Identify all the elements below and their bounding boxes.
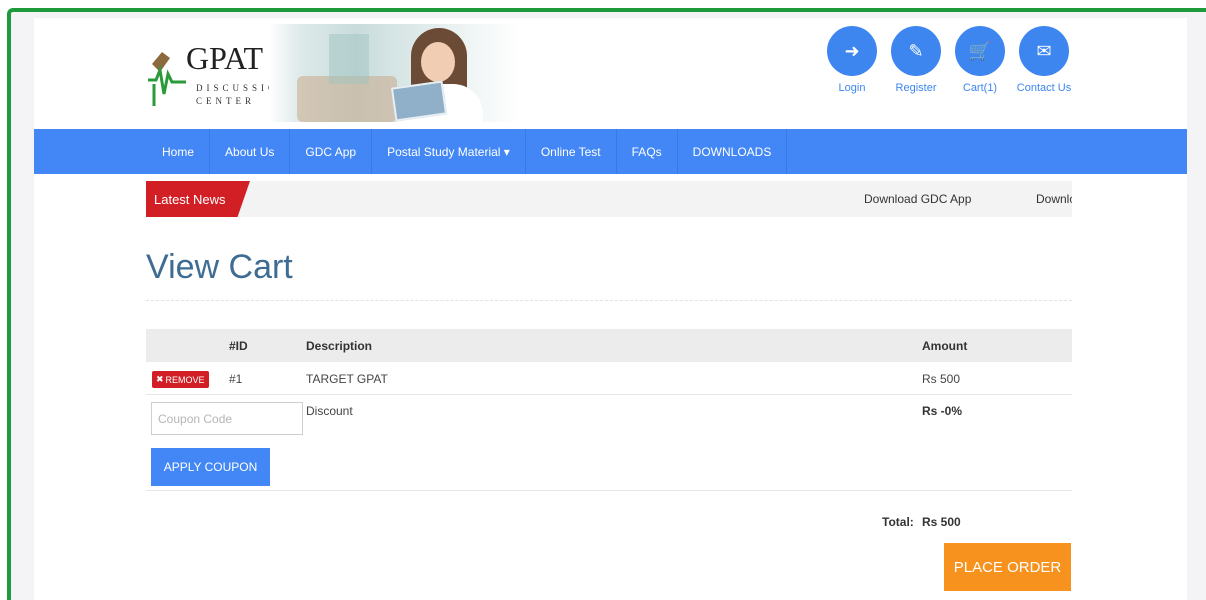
remove-button[interactable]: ✖ REMOVE: [152, 371, 209, 388]
item-amount: Rs 500: [922, 372, 961, 386]
register-label[interactable]: Register: [896, 82, 937, 94]
remove-label: REMOVE: [165, 374, 205, 385]
divider: [146, 300, 1072, 301]
nav-downloads[interactable]: DOWNLOADS: [678, 129, 788, 174]
latest-news-tag: Latest News: [146, 181, 250, 217]
edit-icon[interactable]: ✎: [891, 26, 941, 76]
top-links: ➜ Login ✎ Register 🛒 Cart(1) ✉ Contact U…: [827, 26, 1071, 94]
news-item[interactable]: Downlc: [1036, 192, 1072, 206]
table-row: ✖ REMOVE #1 TARGET GPAT Rs 500: [146, 362, 1072, 395]
nav-about-us[interactable]: About Us: [210, 129, 291, 174]
nav-home[interactable]: Home: [147, 129, 211, 174]
login-link[interactable]: ➜ Login: [827, 26, 877, 94]
discount-value: Rs -0%: [922, 404, 963, 418]
logo-title: GPAT: [186, 40, 264, 76]
logo-mark-icon: [148, 52, 186, 106]
contact-label[interactable]: Contact Us: [1017, 82, 1071, 94]
item-description: TARGET GPAT: [306, 372, 388, 386]
main-nav: Home About Us GDC App Postal Study Mater…: [34, 129, 1187, 174]
coupon-code-input[interactable]: [151, 402, 303, 435]
login-icon[interactable]: ➜: [827, 26, 877, 76]
header-amount: Amount: [922, 339, 968, 353]
header-banner-image: [269, 24, 519, 122]
contact-link[interactable]: ✉ Contact Us: [1017, 26, 1071, 94]
news-item[interactable]: Download GDC App: [864, 192, 971, 206]
item-id: #1: [229, 372, 243, 386]
coupon-row: Discount Rs -0% APPLY COUPON: [146, 395, 1072, 491]
header-description: Description: [306, 339, 373, 353]
table-header: #ID Description Amount: [146, 329, 1072, 362]
nav-faqs[interactable]: FAQs: [617, 129, 678, 174]
discount-label: Discount: [306, 404, 353, 418]
nav-gdc-app[interactable]: GDC App: [290, 129, 373, 174]
site-logo[interactable]: GPAT DISCUSSION CENTER: [146, 34, 290, 116]
cart-icon[interactable]: 🛒: [955, 26, 1005, 76]
cart-link[interactable]: 🛒 Cart(1): [955, 26, 1005, 94]
header-id: #ID: [229, 339, 248, 353]
nav-online-test[interactable]: Online Test: [526, 129, 617, 174]
cart-label[interactable]: Cart(1): [963, 82, 997, 94]
register-link[interactable]: ✎ Register: [891, 26, 941, 94]
place-order-button[interactable]: PLACE ORDER: [944, 543, 1071, 591]
cart-table: #ID Description Amount ✖ REMOVE #1 TARGE…: [146, 329, 1072, 529]
envelope-icon[interactable]: ✉: [1019, 26, 1069, 76]
page: GPAT DISCUSSION CENTER ➜ Login ✎ Registe…: [34, 18, 1187, 600]
apply-coupon-button[interactable]: APPLY COUPON: [151, 448, 270, 486]
close-icon: ✖: [156, 374, 164, 384]
total-value: Rs 500: [922, 515, 961, 529]
news-ticker: Latest News Download GDC App Downlc: [146, 181, 1072, 217]
page-title: View Cart: [146, 248, 293, 286]
nav-postal-study-material[interactable]: Postal Study Material ▾: [372, 129, 526, 174]
login-label[interactable]: Login: [839, 82, 866, 94]
logo-subtitle: DISCUSSION CENTER: [196, 83, 290, 106]
total-label: Total:: [882, 515, 914, 529]
